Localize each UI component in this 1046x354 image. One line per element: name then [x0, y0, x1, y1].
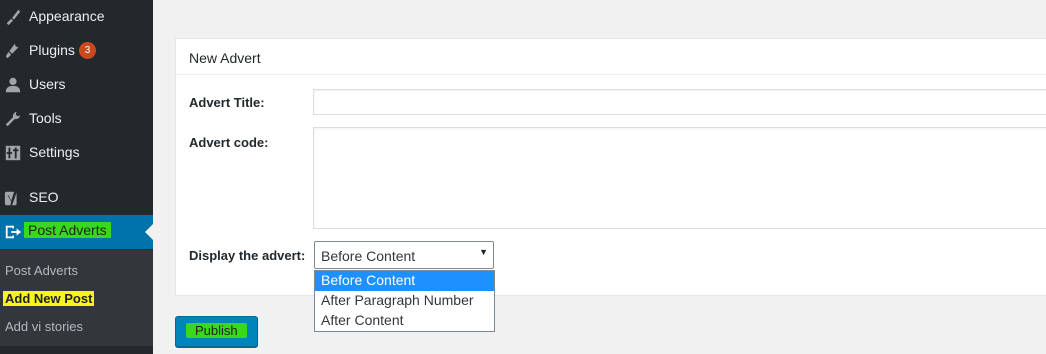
menu-item-appearance[interactable]: Appearance [0, 0, 153, 34]
user-icon [5, 77, 21, 93]
display-advert-label: Display the advert: [189, 248, 306, 263]
option-before-content[interactable]: Before Content [315, 271, 494, 291]
menu-label-users: Users [29, 76, 66, 92]
display-advert-selected-value: Before Content [321, 248, 416, 264]
menu-label-post-adverts: Post Adverts [24, 222, 111, 238]
submenu-post-adverts[interactable]: Post Adverts [5, 263, 78, 278]
menu-label-seo: SEO [29, 189, 59, 205]
settings-icon [5, 145, 21, 161]
post-adverts-submenu: Post Adverts Add New Post Add vi stories [0, 250, 153, 346]
menu-label-settings: Settings [29, 144, 80, 160]
panel-header: New Advert [176, 39, 1046, 75]
publish-button-label: Publish [186, 323, 247, 338]
exit-icon [5, 225, 22, 239]
wrench-icon [5, 111, 21, 127]
menu-item-post-adverts[interactable]: Post Adverts [0, 215, 153, 249]
dropdown-arrow-icon: ▼ [479, 247, 488, 257]
plug-icon [5, 43, 19, 59]
menu-item-settings[interactable]: Settings [0, 136, 153, 170]
brush-icon [6, 9, 21, 26]
submenu-add-new-post[interactable]: Add New Post [3, 291, 95, 306]
new-advert-panel: New Advert Advert Title: Advert code: Di… [175, 38, 1046, 296]
plugins-update-badge: 3 [79, 42, 96, 59]
display-advert-select[interactable]: Before Content ▼ [314, 241, 494, 269]
yoast-icon [4, 189, 18, 206]
option-after-content[interactable]: After Content [315, 311, 494, 331]
admin-sidebar: Appearance Plugins 3 Users Tools Setting… [0, 0, 153, 354]
menu-item-tools[interactable]: Tools [0, 102, 153, 136]
current-menu-arrow [145, 224, 153, 240]
menu-label-tools: Tools [29, 110, 62, 126]
submenu-add-vi-stories[interactable]: Add vi stories [5, 319, 83, 334]
option-after-paragraph-number[interactable]: After Paragraph Number [315, 291, 494, 311]
menu-item-plugins[interactable]: Plugins 3 [0, 34, 153, 68]
menu-item-users[interactable]: Users [0, 68, 153, 102]
menu-label-plugins: Plugins [29, 42, 75, 58]
advert-title-label: Advert Title: [189, 95, 265, 110]
publish-button[interactable]: Publish [175, 316, 258, 347]
advert-title-input[interactable] [313, 89, 1046, 115]
advert-code-label: Advert code: [189, 135, 269, 150]
display-advert-options: Before Content After Paragraph Number Af… [314, 270, 495, 332]
menu-label-appearance: Appearance [29, 8, 105, 24]
menu-item-seo[interactable]: SEO [0, 181, 153, 215]
advert-code-textarea[interactable] [313, 127, 1046, 229]
panel-title: New Advert [189, 50, 261, 66]
